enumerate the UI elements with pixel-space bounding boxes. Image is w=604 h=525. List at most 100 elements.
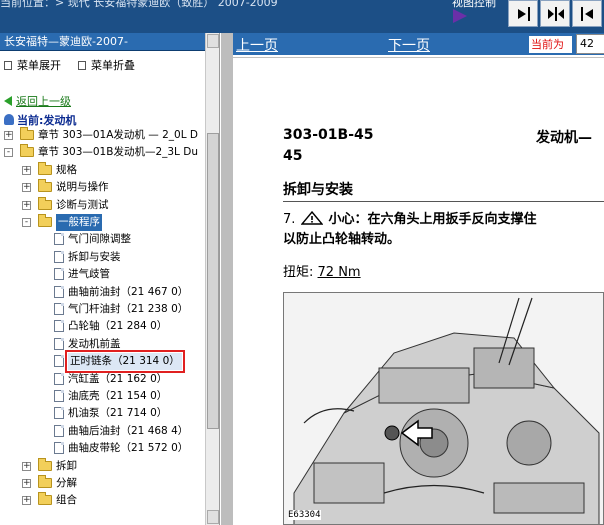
engine-illustration: E63304 xyxy=(283,292,604,525)
document-view: 303-01B-45 45 发动机— 拆卸与安装 7. 小心：在六角头上用扳手反… xyxy=(233,55,604,525)
page-icon xyxy=(54,372,64,385)
tree-item-label: 说明与操作 xyxy=(56,181,109,194)
caution-note: 7. 小心：在六角头上用扳手反向支撑住 以防止凸轮轴转动。 xyxy=(283,210,537,250)
tree-item-label: 分解 xyxy=(56,477,77,489)
tree-page-item[interactable]: 曲轴皮带轮（21 572 0） xyxy=(0,440,205,457)
splitter[interactable] xyxy=(221,33,233,525)
tree-item-label: 章节 303—01A发动机 — 2_0L D xyxy=(38,129,198,141)
expand-toggle-icon[interactable]: + xyxy=(22,200,31,210)
tree-page-item[interactable]: 气门间隙调整 xyxy=(0,231,205,248)
next-page-link[interactable]: 下一页 xyxy=(388,35,430,55)
sidebar-scrollbar[interactable] xyxy=(205,33,219,525)
warning-triangle-icon xyxy=(300,211,323,225)
section-heading: 拆卸与安装 xyxy=(283,182,353,198)
expand-toggle-icon[interactable]: + xyxy=(22,165,31,175)
tree-folder-item[interactable]: - 章节 303—01B发动机—2_3L Du xyxy=(0,144,205,161)
document-icon xyxy=(4,61,12,70)
bar-arrow-left-icon xyxy=(581,7,593,21)
page-icon xyxy=(54,250,64,263)
divider xyxy=(233,57,604,58)
tree-folder-item[interactable]: + 分解 xyxy=(0,475,205,492)
folder-icon xyxy=(38,161,52,175)
expand-menu-label: 菜单展开 xyxy=(17,59,61,72)
torque-label: 扭矩: xyxy=(283,265,314,280)
tree-item-label: 拆卸与安装 xyxy=(68,250,121,263)
expand-toggle-icon[interactable]: + xyxy=(4,131,13,140)
location-breadcrumb: 当前位置：> 现代 长安福特蒙迪欧（致胜） 2007-2009 xyxy=(0,0,278,9)
tree-item-label: 发动机前盖 xyxy=(68,337,121,350)
tree-folder-item[interactable]: + 组合 xyxy=(0,492,205,509)
torque-value[interactable]: 72 Nm xyxy=(318,265,361,280)
tree-page-item[interactable]: 油底壳（21 154 0） xyxy=(0,388,205,405)
expand-toggle-icon[interactable]: + xyxy=(22,461,31,471)
expand-toggle-icon[interactable]: + xyxy=(22,183,31,193)
tree-folder-item[interactable]: + 说明与操作 xyxy=(0,179,205,196)
tree-folder-item[interactable]: + 诊断与测试 xyxy=(0,196,205,214)
tree-item-label: 规格 xyxy=(56,163,77,176)
tree-page-item[interactable]: 曲轴后油封（21 468 4） xyxy=(0,423,205,440)
expand-menu-button[interactable]: 菜单展开 xyxy=(4,57,61,73)
torque-spec: 扭矩: 72 Nm xyxy=(283,261,361,280)
tree-page-item[interactable]: 凸轮轴（21 284 0） xyxy=(0,318,205,335)
sidebar-title: 长安福特—蒙迪欧-2007- xyxy=(0,33,219,51)
doc-title: 发动机— xyxy=(536,130,592,146)
collapse-menu-label: 菜单折叠 xyxy=(91,59,135,72)
scroll-up-button[interactable] xyxy=(207,34,219,48)
collapse-toggle-icon[interactable]: - xyxy=(4,148,13,158)
tree-page-item[interactable]: 发动机前盖 xyxy=(0,336,205,353)
tree-page-item[interactable]: 正时链条（21 314 0） xyxy=(0,350,205,374)
scroll-down-button[interactable] xyxy=(207,510,219,524)
doc-code: 303-01B-45 xyxy=(283,127,374,143)
tree-folder-item[interactable]: + 章节 303—01A发动机 — 2_0L D xyxy=(0,127,205,144)
page-icon xyxy=(54,407,64,420)
tree-item-label: 诊断与测试 xyxy=(56,198,109,211)
page-icon xyxy=(54,320,64,333)
page-number-input[interactable]: 42 xyxy=(576,34,604,54)
tree-folder-item[interactable]: + 规格 xyxy=(0,161,205,179)
page-icon xyxy=(54,285,64,298)
next-panel-button[interactable] xyxy=(572,0,602,27)
folder-icon xyxy=(20,144,34,158)
folder-icon xyxy=(38,475,52,488)
folder-icon xyxy=(38,196,52,210)
caution-label: 小心： xyxy=(328,212,368,227)
play-icon[interactable] xyxy=(453,9,467,23)
split-arrows-icon xyxy=(548,7,564,21)
prev-page-link[interactable]: 上一页 xyxy=(236,35,278,55)
folder-icon xyxy=(38,214,52,227)
tree-page-item[interactable]: 汽缸盖（21 162 0） xyxy=(0,371,205,388)
tree-item-label: 一般程序 xyxy=(56,214,102,231)
folder-icon xyxy=(20,127,34,140)
back-link[interactable]: 返回上一级 xyxy=(4,93,71,109)
tree-page-item[interactable]: 机油泵（21 714 0） xyxy=(0,405,205,422)
document-icon xyxy=(78,61,86,70)
page-icon xyxy=(54,424,64,437)
collapse-toggle-icon[interactable]: - xyxy=(22,218,31,227)
tree-item-label: 曲轴前油封（21 467 0） xyxy=(68,285,189,298)
split-button[interactable] xyxy=(540,0,570,27)
tree-page-item[interactable]: 拆卸与安装 xyxy=(0,249,205,266)
tree-item-label: 章节 303—01B发动机—2_3L Du xyxy=(38,146,198,159)
expand-toggle-icon[interactable]: + xyxy=(22,496,31,506)
tree-page-item[interactable]: 曲轴前油封（21 467 0） xyxy=(0,284,205,301)
tree-page-item[interactable]: 进气歧管 xyxy=(0,266,205,283)
folder-icon xyxy=(38,457,52,471)
page-icon xyxy=(54,355,64,368)
page-icon xyxy=(54,390,64,402)
user-icon xyxy=(4,114,14,125)
tree-folder-item[interactable]: - 一般程序 xyxy=(0,214,205,231)
tree-item-label: 组合 xyxy=(56,494,77,507)
prev-panel-button[interactable] xyxy=(508,0,538,27)
figure-id: E63304 xyxy=(288,510,321,520)
tree-item-label: 气门间隙调整 xyxy=(68,233,131,246)
step-number: 7. xyxy=(283,212,296,227)
tree-page-item[interactable]: 气门杆油封（21 238 0） xyxy=(0,301,205,318)
collapse-menu-button[interactable]: 菜单折叠 xyxy=(78,57,135,73)
tree-item-label: 凸轮轴（21 284 0） xyxy=(68,320,168,333)
scroll-thumb[interactable] xyxy=(207,133,219,429)
tree-folder-item[interactable]: + 拆卸 xyxy=(0,457,205,475)
expand-toggle-icon[interactable]: + xyxy=(22,479,31,488)
current-location: 当前:发动机 xyxy=(4,112,76,128)
tree-item-label: 气门杆油封（21 238 0） xyxy=(68,303,189,315)
section-rule xyxy=(283,201,604,202)
